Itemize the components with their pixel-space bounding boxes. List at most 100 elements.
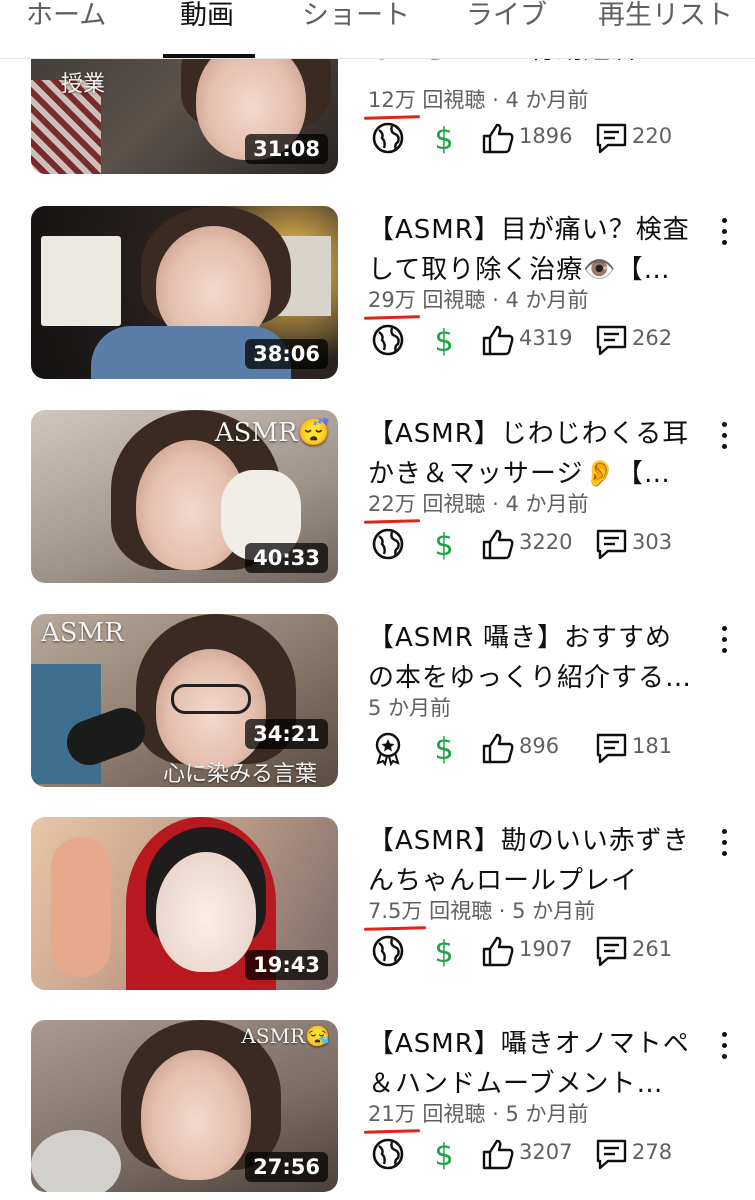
video-stats: $ 1907 261 — [368, 933, 708, 973]
upload-age: 4 か月前 — [505, 88, 589, 112]
video-title[interactable]: 【ASMR 囁き】おすすめの本をゆっくり紹介する… — [368, 618, 698, 698]
svg-text:$: $ — [434, 528, 453, 562]
globe-icon — [372, 324, 404, 356]
video-item[interactable]: ASMR 心に染みる言葉 34:21 【ASMR 囁き】おすすめの本をゆっくり紹… — [0, 614, 755, 789]
svg-text:$: $ — [434, 1138, 453, 1172]
view-count: 7.5万 — [363, 899, 427, 931]
svg-text:$: $ — [434, 732, 453, 766]
dollar-icon: $ — [434, 935, 453, 969]
tab-home[interactable]: ホーム — [26, 0, 106, 58]
active-tab-indicator — [163, 54, 255, 58]
like-count: 896 — [519, 734, 560, 758]
video-title[interactable]: 【ASMR】囁きオノマトペ＆ハンドムーブメント… — [368, 1024, 698, 1104]
like-count: 4319 — [519, 326, 573, 350]
view-count: 21万 — [363, 1102, 420, 1134]
video-meta: 21万 回視聴 · 5 か月前 — [363, 1098, 589, 1134]
tab-live[interactable]: ライブ — [466, 0, 547, 58]
more-options-icon[interactable] — [712, 1026, 736, 1066]
dollar-icon: $ — [434, 324, 453, 358]
comment-icon[interactable] — [594, 730, 630, 766]
video-stats: $ 896 181 — [368, 730, 708, 770]
video-item[interactable]: 38:06 【ASMR】目が痛い？検査して取り除く治療👁️【… 29万 回視聴 … — [0, 206, 755, 381]
globe-icon — [372, 528, 404, 560]
red-underline-annotation — [363, 1129, 420, 1134]
upload-age: 4 か月前 — [505, 492, 589, 516]
comment-icon[interactable] — [594, 120, 630, 156]
svg-text:$: $ — [434, 122, 453, 156]
more-options-icon[interactable] — [712, 212, 736, 252]
video-thumbnail[interactable]: ASMR 心に染みる言葉 34:21 — [31, 614, 338, 787]
like-icon[interactable] — [480, 730, 516, 766]
red-underline-annotation — [363, 519, 420, 524]
video-stats: $ 1896 220 — [368, 120, 708, 160]
video-item[interactable]: ASMR😪 27:56 【ASMR】囁きオノマトペ＆ハンドムーブメント… 21万… — [0, 1020, 755, 1195]
video-item[interactable]: ASMR😴 40:33 【ASMR】じわじわくる耳かき＆マッサージ👂【… 22万… — [0, 410, 755, 585]
video-title[interactable]: 【ASMR】目が痛い？検査して取り除く治療👁️【… — [368, 210, 698, 290]
upload-age: 5 か月前 — [505, 1102, 589, 1126]
comment-count: 278 — [632, 1140, 673, 1164]
thumbnail-caption: ASMR😴 — [214, 418, 330, 448]
like-count: 3207 — [519, 1140, 573, 1164]
dollar-icon: $ — [434, 1138, 453, 1172]
video-duration: 38:06 — [245, 339, 328, 369]
more-options-icon[interactable] — [712, 620, 736, 660]
like-count: 3220 — [519, 530, 573, 554]
video-duration: 40:33 — [245, 543, 328, 573]
thumbnail-caption: ASMR😪 — [241, 1024, 330, 1048]
comment-count: 261 — [632, 937, 673, 961]
video-meta: 29万 回視聴 · 4 か月前 — [363, 284, 589, 320]
dollar-icon: $ — [434, 122, 453, 156]
comment-icon[interactable] — [594, 322, 630, 358]
channel-tab-bar: ホーム 動画 ショート ライブ 再生リスト — [0, 0, 755, 59]
svg-text:$: $ — [434, 935, 453, 969]
video-stats: $ 4319 262 — [368, 322, 708, 362]
comment-count: 220 — [632, 124, 673, 148]
like-icon[interactable] — [480, 120, 516, 156]
comment-count: 181 — [632, 734, 673, 758]
globe-icon — [372, 1138, 404, 1170]
video-meta: 12万 回視聴 · 4 か月前 — [363, 84, 589, 120]
video-title[interactable]: 【ASMR】じわじわくる耳かき＆マッサージ👂【… — [368, 414, 698, 494]
premiere-badge-icon — [375, 732, 401, 766]
thumbnail-caption: ASMR — [41, 618, 124, 648]
dollar-icon: $ — [434, 528, 453, 562]
video-meta: 22万 回視聴 · 4 か月前 — [363, 488, 589, 524]
like-icon[interactable] — [480, 933, 516, 969]
like-icon[interactable] — [480, 1136, 516, 1172]
globe-icon — [372, 935, 404, 967]
comment-count: 303 — [632, 530, 673, 554]
view-count: 29万 — [363, 288, 420, 320]
view-count: 22万 — [363, 492, 420, 524]
comment-icon[interactable] — [594, 933, 630, 969]
like-icon[interactable] — [480, 526, 516, 562]
dollar-icon: $ — [434, 732, 453, 766]
video-title[interactable]: 【ASMR】勘のいい赤ずきんちゃんロールプレイ — [368, 821, 698, 901]
video-thumbnail[interactable]: ASMR😪 27:56 — [31, 1020, 338, 1192]
tab-videos[interactable]: 動画 — [180, 0, 234, 58]
upload-age: 5 か月前 — [512, 899, 596, 923]
more-options-icon[interactable] — [712, 823, 736, 863]
video-duration: 31:08 — [245, 134, 328, 164]
tab-shorts[interactable]: ショート — [302, 0, 410, 58]
tab-playlists[interactable]: 再生リスト — [598, 0, 733, 58]
video-thumbnail[interactable]: ASMR😴 40:33 — [31, 410, 338, 583]
video-item[interactable]: 19:43 【ASMR】勘のいい赤ずきんちゃんロールプレイ 7.5万 回視聴 ·… — [0, 817, 755, 992]
video-thumbnail[interactable]: 38:06 — [31, 206, 338, 379]
like-count: 1907 — [519, 937, 573, 961]
globe-icon — [372, 122, 404, 154]
video-duration: 27:56 — [245, 1152, 328, 1182]
thumbnail-caption: 授業 — [61, 72, 106, 97]
svg-text:$: $ — [434, 324, 453, 358]
comment-icon[interactable] — [594, 526, 630, 562]
comment-count: 262 — [632, 326, 673, 350]
like-icon[interactable] — [480, 322, 516, 358]
upload-age: 5 か月前 — [368, 696, 452, 720]
video-thumbnail[interactable]: 19:43 — [31, 817, 338, 990]
comment-icon[interactable] — [594, 1136, 630, 1172]
video-duration: 19:43 — [245, 950, 328, 980]
red-underline-annotation — [363, 315, 420, 320]
more-options-icon[interactable] — [712, 416, 736, 456]
view-count: 12万 — [363, 88, 420, 120]
video-stats: $ 3207 278 — [368, 1136, 708, 1176]
video-meta: 7.5万 回視聴 · 5 か月前 — [363, 895, 596, 931]
